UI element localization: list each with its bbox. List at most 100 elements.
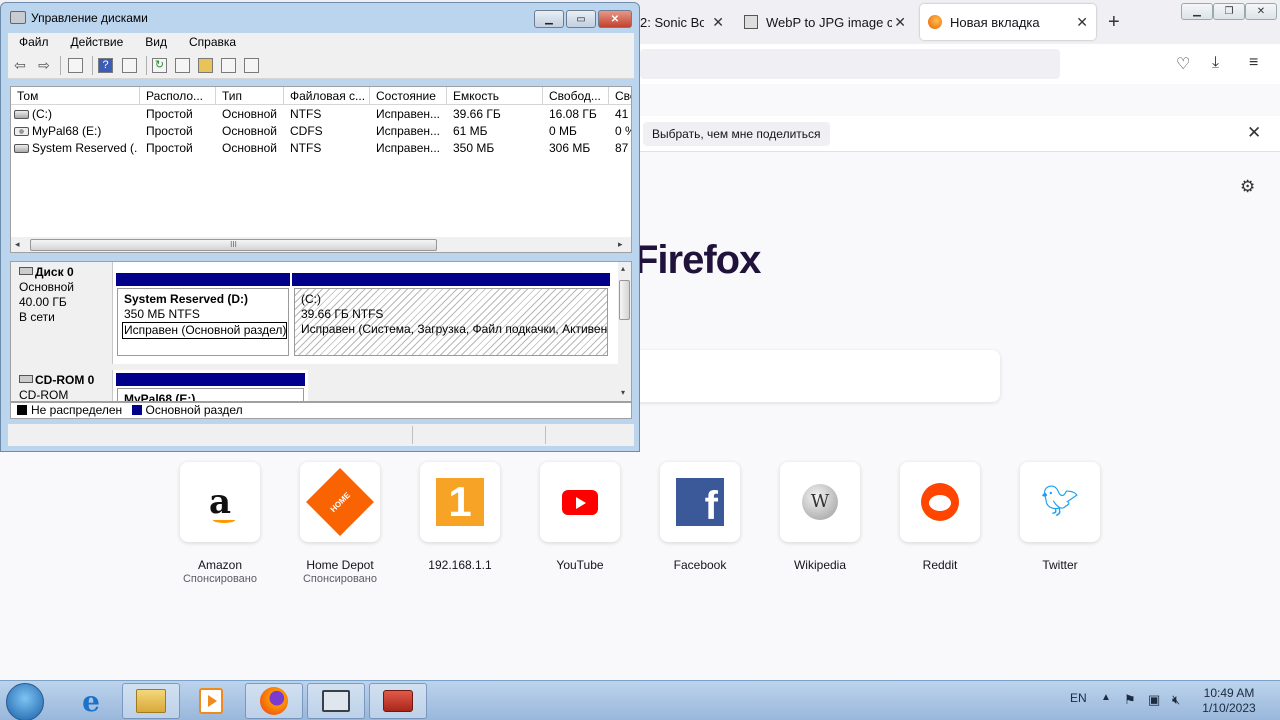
page-icon xyxy=(744,15,758,29)
column-type[interactable]: Тип xyxy=(216,87,284,105)
help-icon[interactable]: ? xyxy=(98,58,113,73)
top-site-home-depot[interactable]: HOME Home Depot Спонсировано xyxy=(280,462,400,586)
partition-mypal[interactable]: MyPal68 (E:) xyxy=(117,388,304,401)
scroll-right-icon[interactable]: ▸ xyxy=(618,239,623,250)
top-site-router[interactable]: 1 192.168.1.1 xyxy=(400,462,520,572)
maximize-button[interactable]: ▭ xyxy=(566,10,596,28)
scrollbar-thumb[interactable] xyxy=(619,280,630,320)
volume-muted-icon[interactable]: 🔇︎ xyxy=(1172,692,1180,708)
menu-action[interactable]: Действие xyxy=(60,33,135,52)
column-filesystem[interactable]: Файловая с... xyxy=(284,87,370,105)
menu-file[interactable]: Файл xyxy=(8,33,60,52)
cell-status: Исправен... xyxy=(376,124,441,138)
cell-free-percent: 87 xyxy=(615,141,629,155)
search-input[interactable] xyxy=(630,350,1000,402)
taskbar-internet-explorer[interactable]: e xyxy=(62,683,120,719)
tab-webp[interactable]: WebP to JPG image con ✕ xyxy=(738,4,914,40)
network-icon[interactable]: ▣ xyxy=(1148,692,1160,708)
scroll-up-icon[interactable]: ▴ xyxy=(621,264,625,273)
gear-icon[interactable]: ⚙ xyxy=(1240,177,1255,197)
table-row[interactable]: (C:) Простой Основной NTFS Исправен... 3… xyxy=(11,106,631,123)
table-row[interactable]: MyPal68 (E:) Простой Основной CDFS Испра… xyxy=(11,123,631,140)
title-bar[interactable]: Управление дисками ▁ ▭ ✕ xyxy=(1,3,639,33)
column-volume[interactable]: Том xyxy=(11,87,140,105)
partition-bar xyxy=(116,273,290,286)
download-icon[interactable]: ⤓ xyxy=(1212,54,1219,72)
taskbar-explorer[interactable] xyxy=(122,683,180,719)
scrollbar-thumb[interactable]: III xyxy=(30,239,437,251)
share-choice-button[interactable]: Выбрать, чем мне поделиться xyxy=(643,122,830,146)
vertical-scrollbar[interactable]: ▴ ▾ xyxy=(618,262,631,401)
disk-type: Основной xyxy=(19,280,75,294)
close-icon[interactable]: ✕ xyxy=(712,14,724,31)
drive-icon xyxy=(14,144,29,153)
back-icon[interactable]: ⇦ xyxy=(12,57,28,73)
drive-icon xyxy=(14,110,29,119)
show-hidden-icons-icon[interactable]: ▲ xyxy=(1101,692,1111,703)
column-capacity[interactable]: Емкость xyxy=(447,87,543,105)
menu-icon[interactable]: ≡ xyxy=(1249,54,1258,72)
start-button[interactable] xyxy=(6,683,44,720)
internet-explorer-icon: e xyxy=(82,684,100,718)
cell-filesystem: NTFS xyxy=(290,107,322,121)
clock[interactable]: 10:49 AM 1/10/2023 xyxy=(1196,686,1262,716)
top-site-youtube[interactable]: YouTube xyxy=(520,462,640,572)
cell-free: 0 МБ xyxy=(549,124,577,138)
column-status[interactable]: Состояние xyxy=(370,87,447,105)
cd-drive-icon xyxy=(14,127,29,136)
top-site-amazon[interactable]: a Amazon Спонсировано xyxy=(160,462,280,586)
taskbar-firefox[interactable] xyxy=(245,683,303,719)
computer-management-icon xyxy=(322,690,350,712)
menu-help[interactable]: Справка xyxy=(178,33,247,52)
table-row[interactable]: System Reserved (... Простой Основной NT… xyxy=(11,140,631,157)
settings-icon[interactable] xyxy=(244,58,259,73)
top-site-wikipedia[interactable]: W Wikipedia xyxy=(760,462,880,572)
url-bar[interactable] xyxy=(640,49,1060,79)
forward-icon[interactable]: ⇨ xyxy=(36,57,52,73)
console-tree-icon[interactable] xyxy=(68,58,83,73)
close-button[interactable]: ✕ xyxy=(1245,3,1277,20)
cell-layout: Простой xyxy=(146,107,193,121)
top-site-reddit[interactable]: Reddit xyxy=(880,462,1000,572)
top-site-twitter[interactable]: 🐦︎ Twitter xyxy=(1000,462,1120,572)
open-folder-icon[interactable] xyxy=(198,58,213,73)
cdrom-0-label[interactable]: CD-ROM 0 CD-ROM xyxy=(11,370,113,401)
scroll-left-icon[interactable]: ◂ xyxy=(15,239,20,250)
column-free-percent[interactable]: Сво xyxy=(609,87,631,105)
restore-button[interactable]: ❐ xyxy=(1213,3,1245,20)
firefox-icon xyxy=(260,687,288,715)
search-icon[interactable] xyxy=(221,58,236,73)
partition-system-reserved[interactable]: System Reserved (D:) 350 МБ NTFS Исправе… xyxy=(117,288,289,356)
tab-new[interactable]: Новая вкладка ✕ xyxy=(920,4,1096,40)
properties-icon[interactable] xyxy=(122,58,137,73)
action-center-flag-icon[interactable]: ⚑ xyxy=(1124,692,1136,708)
taskbar-computer-management[interactable] xyxy=(307,683,365,719)
cell-volume: System Reserved (... xyxy=(32,141,138,155)
minimize-button[interactable]: ▁ xyxy=(534,10,564,28)
minimize-button[interactable]: ▁ xyxy=(1181,3,1213,20)
taskbar-media-player[interactable] xyxy=(182,683,240,719)
close-button[interactable]: ✕ xyxy=(598,10,632,28)
toolbar-separator xyxy=(92,56,93,75)
refresh-icon[interactable]: ↻ xyxy=(152,58,167,73)
close-icon[interactable]: ✕ xyxy=(1076,14,1088,31)
scroll-down-icon[interactable]: ▾ xyxy=(621,388,625,397)
cell-type: Основной xyxy=(222,124,278,138)
column-free[interactable]: Свобод... xyxy=(543,87,609,105)
language-indicator[interactable]: EN xyxy=(1070,691,1087,705)
cell-free: 16.08 ГБ xyxy=(549,107,597,121)
pocket-icon[interactable]: ♡ xyxy=(1176,54,1190,74)
menu-view[interactable]: Вид xyxy=(134,33,178,52)
column-layout[interactable]: Располо... xyxy=(140,87,216,105)
tab-sonic[interactable]: 2: Sonic Boo ✕ xyxy=(640,4,732,40)
taskbar-toolbox[interactable] xyxy=(369,683,427,719)
close-icon[interactable]: ✕ xyxy=(1247,123,1261,143)
close-icon[interactable]: ✕ xyxy=(894,14,906,31)
window-title: Управление дисками xyxy=(31,11,148,25)
partition-c[interactable]: (C:) 39.66 ГБ NTFS Исправен (Система, За… xyxy=(294,288,608,356)
rescan-icon[interactable] xyxy=(175,58,190,73)
plus-icon[interactable]: + xyxy=(1108,12,1120,32)
horizontal-scrollbar[interactable]: ◂ III ▸ xyxy=(11,237,631,252)
disk-0-label[interactable]: Диск 0 Основной 40.00 ГБ В сети xyxy=(11,262,113,364)
top-site-facebook[interactable]: f Facebook xyxy=(640,462,760,572)
